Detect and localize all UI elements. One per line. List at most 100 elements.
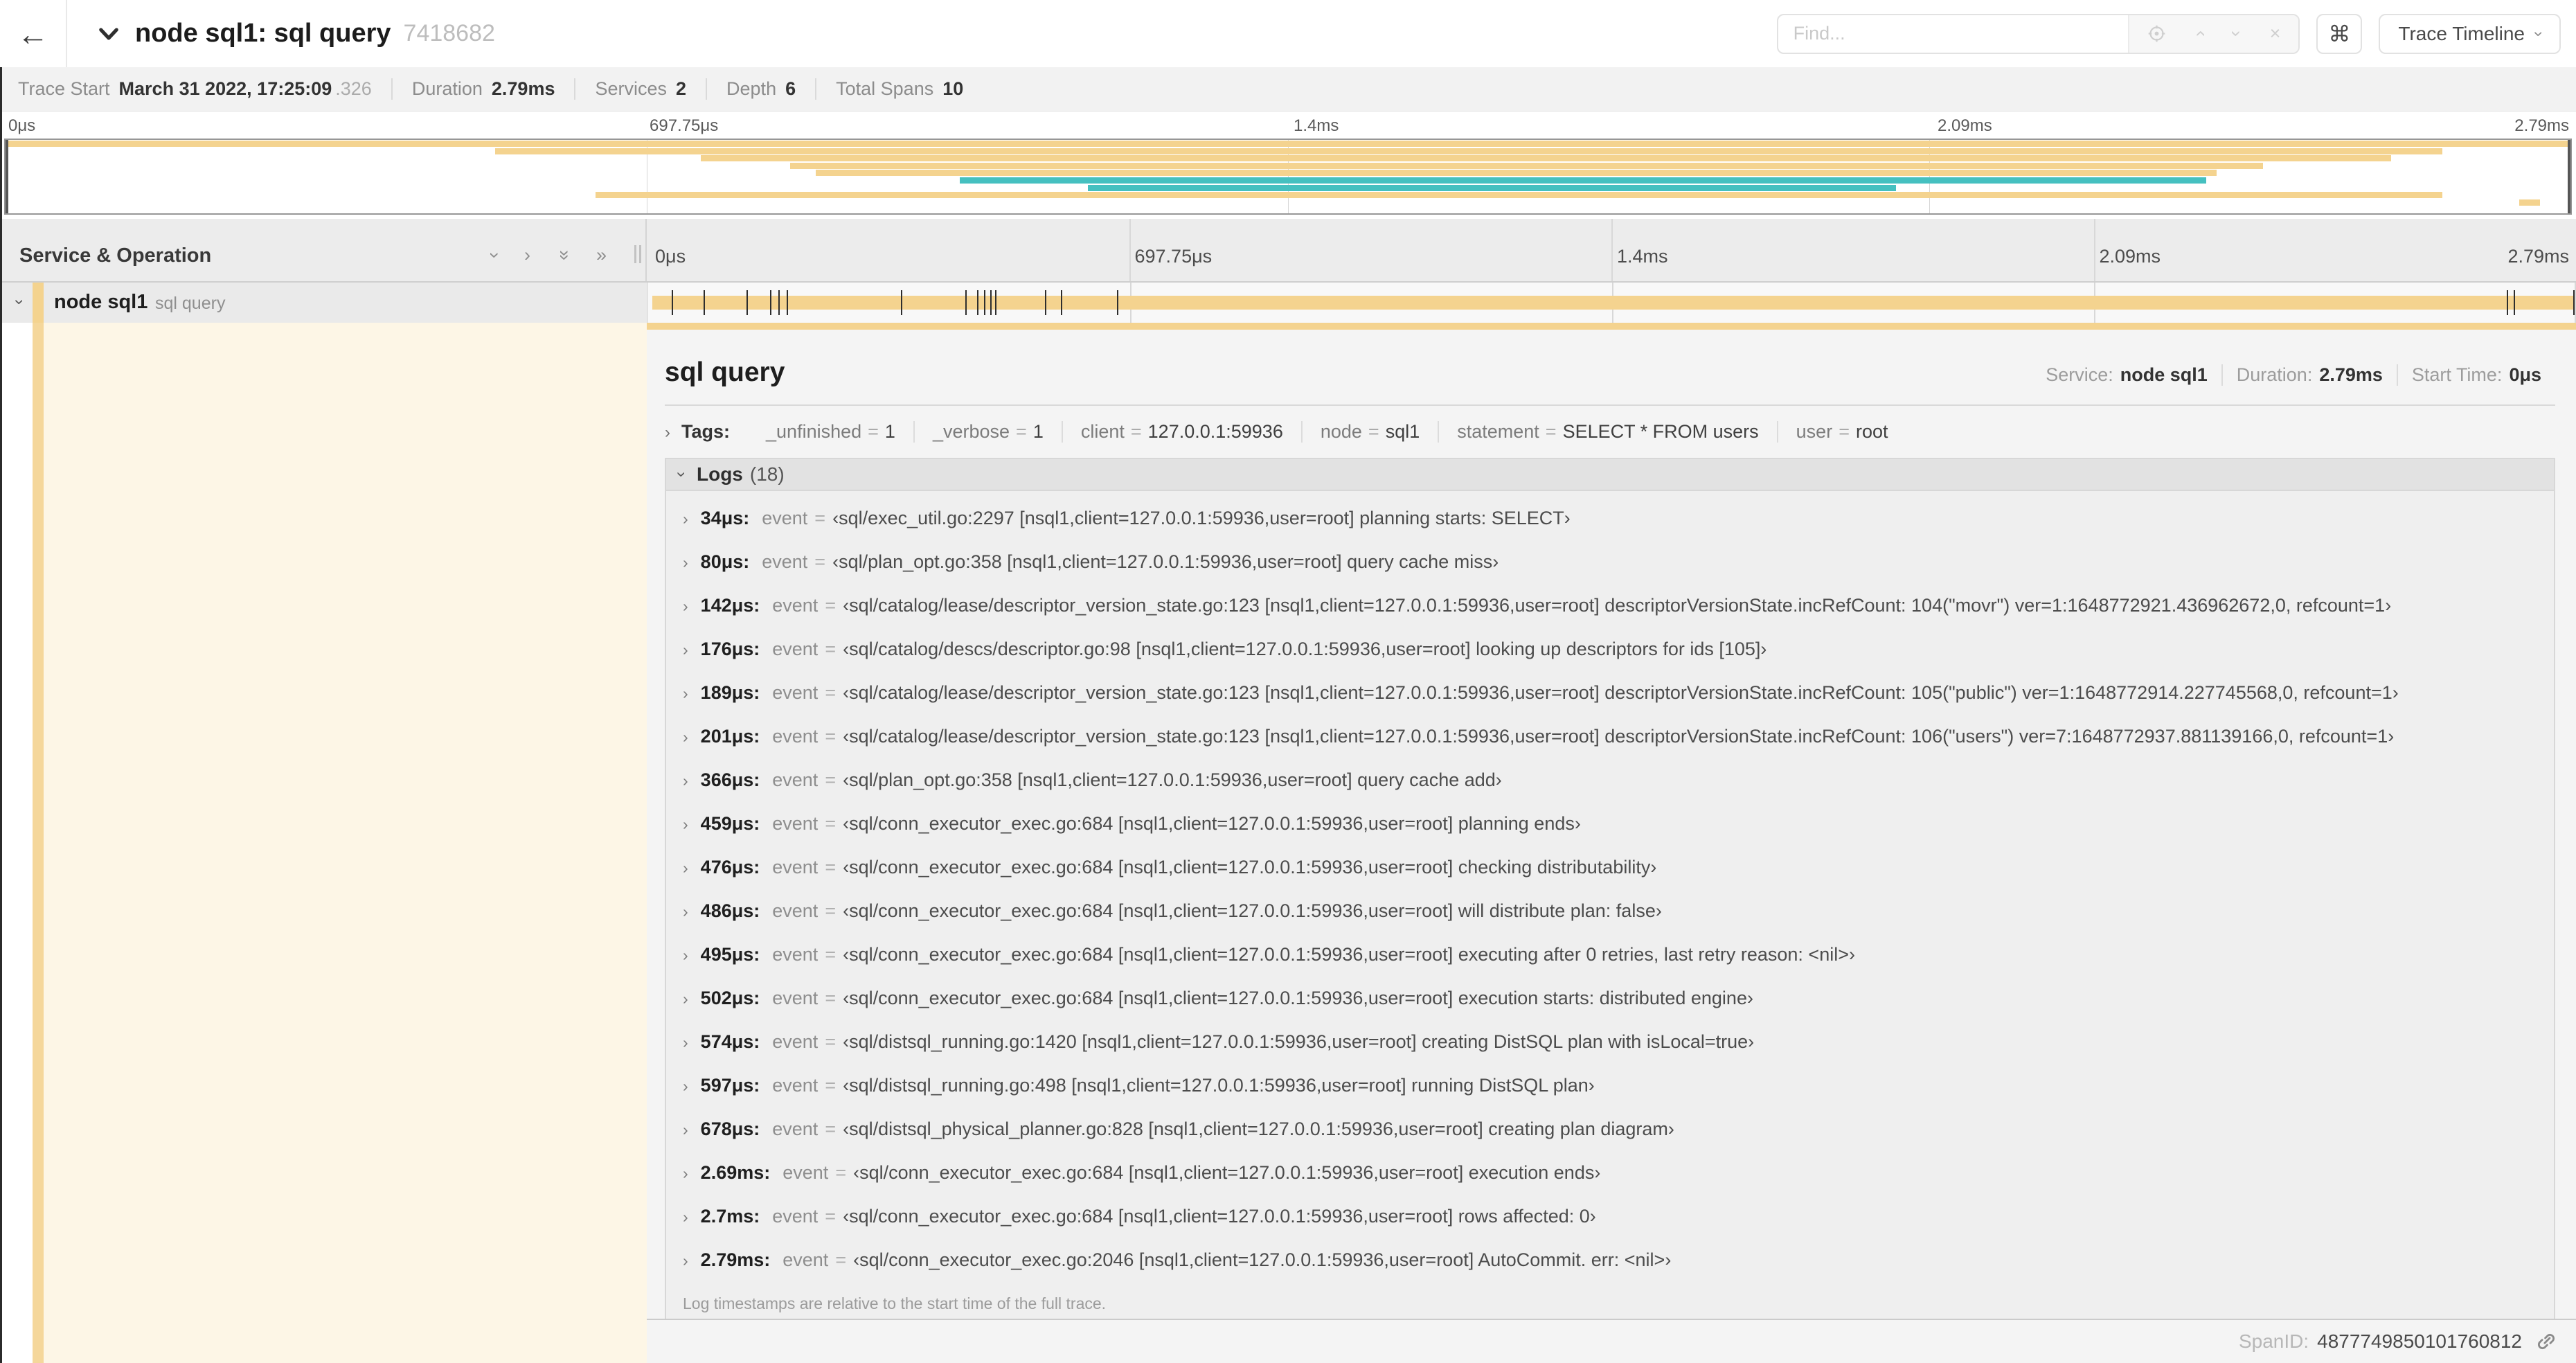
minimap-span-bar [6,141,2570,147]
log-entry[interactable]: › 2.79ms: event = ‹sql/conn_executor_exec.go… [666,1238,2554,1282]
log-entry[interactable]: › 597μs: event = ‹sql/distsql_running.go:498… [666,1064,2554,1107]
logs-header[interactable]: › Logs (18) [666,459,2554,491]
log-field-key: event [772,726,819,747]
deep-link-button[interactable] [2534,1330,2558,1353]
log-entry[interactable]: › 486μs: event = ‹sql/conn_executor_exec.go:… [666,889,2554,933]
keyboard-shortcuts-button[interactable]: ⌘ [2316,13,2363,54]
previous-match-icon[interactable]: › [2189,30,2210,37]
log-event-mark[interactable] [2573,290,2575,315]
tag-item: node = sql1 [1300,421,1438,443]
page-title: node sql1: sql query [135,19,391,48]
log-event-mark[interactable] [1060,290,1062,315]
log-entry[interactable]: › 574μs: event = ‹sql/distsql_running.go:142… [666,1020,2554,1064]
log-entry[interactable]: › 678μs: event = ‹sql/distsql_physical_plann… [666,1107,2554,1151]
collapse-all-icon[interactable]: » [553,250,575,260]
log-field-key: event [772,682,819,703]
focus-match-icon[interactable] [2147,24,2166,43]
log-event-mark[interactable] [1116,290,1118,315]
log-field-equals: = [825,682,837,703]
log-entry[interactable]: › 366μs: event = ‹sql/plan_opt.go:358 [nsql1… [666,758,2554,802]
log-event-mark[interactable] [671,290,673,315]
log-event-mark[interactable] [901,290,903,315]
log-event-mark[interactable] [2514,290,2516,315]
log-event-mark[interactable] [990,290,992,315]
log-entry[interactable]: › 495μs: event = ‹sql/conn_executor_exec.go:… [666,933,2554,977]
log-field-key: event [772,639,819,659]
trace-info-item: Trace Start March 31 2022, 17:25:09.326 [18,78,391,100]
trace-info-label: Trace Start [18,78,110,99]
log-event-mark[interactable] [1044,290,1046,315]
trace-info-suffix: .326 [335,78,372,99]
log-field-value: ‹sql/catalog/lease/descriptor_version_st… [843,726,2395,747]
log-event-mark[interactable] [778,290,780,315]
span-meta-item: Start Time: 0μs [2396,364,2555,386]
log-event-mark[interactable] [2507,290,2509,315]
log-entry[interactable]: › 142μs: event = ‹sql/catalog/lease/descript… [666,584,2554,627]
log-timestamp: 597μs: [700,1075,760,1096]
log-entry[interactable]: › 476μs: event = ‹sql/conn_executor_exec.go:… [666,846,2554,889]
span-meta-label: Service: [2046,364,2113,385]
chevron-right-icon: › [683,772,688,790]
minimap-tick-label: 697.75μs [650,116,719,135]
collapse-one-icon[interactable]: › [483,252,506,258]
find-input[interactable] [1778,15,2128,53]
tag-value: 1 [1032,421,1044,442]
clear-find-icon[interactable]: × [2270,24,2281,43]
collapse-span-chevron[interactable]: › [10,299,29,305]
minimap-span-bar [495,148,2442,154]
minimap-span-bar [1088,184,1896,191]
log-entry[interactable]: › 34μs: event = ‹sql/exec_util.go:2297 [nsql… [666,497,2554,540]
log-field-key: event [782,1162,829,1183]
minimap-canvas[interactable] [4,139,2572,215]
log-event-mark[interactable] [976,290,978,315]
chevron-right-icon: › [683,728,688,746]
find-group: › › × [1776,13,2300,54]
next-match-icon[interactable]: › [2226,30,2247,37]
log-field-equals: = [825,857,837,878]
viewport-scrubber-left[interactable] [6,140,8,213]
log-event-mark[interactable] [703,290,705,315]
log-entry[interactable]: › 176μs: event = ‹sql/catalog/descs/descript… [666,627,2554,671]
tags-accordion[interactable]: › Tags: _unfinished = 1 _verbose = 1 client = 12… [665,421,2555,443]
logs-accordion: › Logs (18) › 34μs: event = ‹sql/exec_util.g… [665,458,2555,1319]
timeline-header: Service & Operation › › » » 0μs 697.75μs 1… [0,219,2576,283]
chevron-right-icon: › [665,423,670,442]
log-entry[interactable]: › 502μs: event = ‹sql/conn_executor_exec.go:… [666,977,2554,1020]
log-entry[interactable]: › 2.69ms: event = ‹sql/conn_executor_exec.go… [666,1151,2554,1195]
view-selector-button[interactable]: Trace Timeline › [2379,13,2561,54]
collapse-trace-header-chevron[interactable] [96,21,121,46]
log-event-mark[interactable] [769,290,771,315]
trace-info-item: Depth 6 [706,78,815,100]
logs-count: (18) [749,463,785,485]
logs-note: Log timestamps are relative to the start… [683,1294,1107,1312]
logs-title: Logs [697,463,743,485]
back-button[interactable]: ← [0,0,67,67]
log-event-mark[interactable] [983,290,985,315]
chevron-right-icon: › [683,597,688,615]
span-meta-value: 0μs [2509,364,2541,385]
log-entry[interactable]: › 459μs: event = ‹sql/conn_executor_exec.go:… [666,802,2554,846]
expand-all-icon[interactable]: » [596,244,607,266]
viewport-scrubber-right[interactable] [2568,140,2570,213]
expand-one-icon[interactable]: › [524,244,530,266]
log-event-mark[interactable] [746,290,748,315]
span-detail-title: sql query [665,357,785,387]
timeline-tick-label: 697.75μs [1134,246,1213,267]
link-icon [2537,1333,2555,1350]
log-entry[interactable]: › 201μs: event = ‹sql/catalog/lease/descript… [666,715,2554,758]
log-event-mark[interactable] [965,290,967,315]
column-resizer[interactable] [634,245,641,263]
span-duration-bar[interactable] [652,296,2573,310]
span-id-value: 4877749850101760812 [2317,1330,2522,1352]
span-color-bar [33,283,44,323]
log-event-mark[interactable] [994,290,996,315]
log-event-mark[interactable] [787,290,789,315]
span-row-name-cell[interactable]: › node sql1 sql query [0,283,647,323]
log-entry[interactable]: › 80μs: event = ‹sql/plan_opt.go:358 [nsql1,… [666,540,2554,584]
log-field-value: ‹sql/catalog/lease/descriptor_version_st… [843,682,2399,703]
span-name-column-fill [0,323,647,1363]
log-entry[interactable]: › 189μs: event = ‹sql/catalog/lease/descript… [666,671,2554,715]
log-entry[interactable]: › 2.7ms: event = ‹sql/conn_executor_exec.go:… [666,1195,2554,1238]
timeline-tick-label: 0μs [655,246,686,267]
tag-key: node [1320,421,1362,442]
